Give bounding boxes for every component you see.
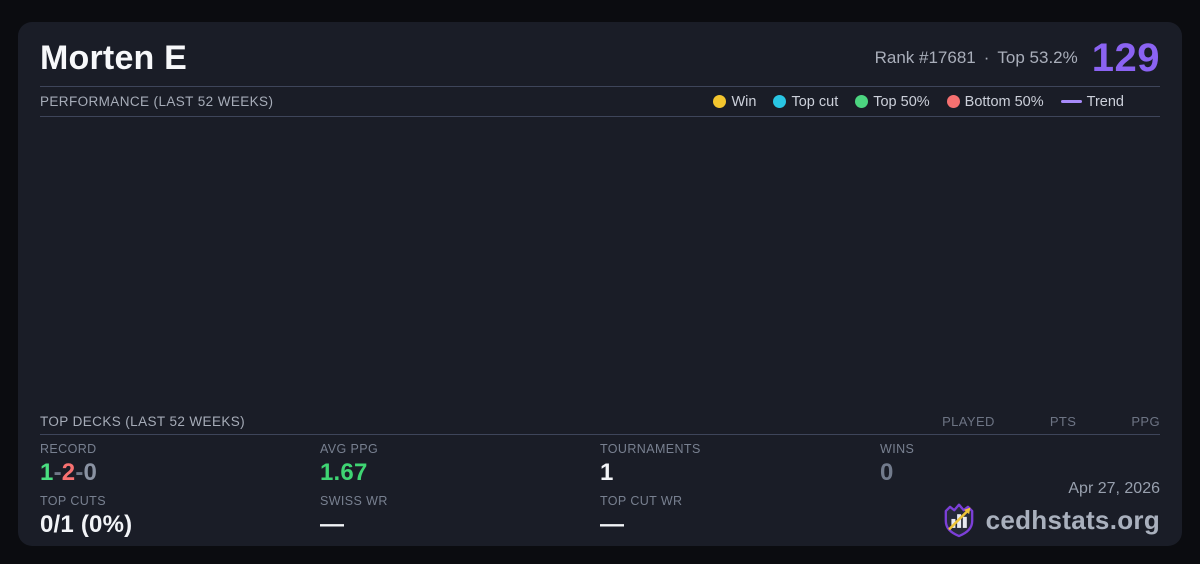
legend-label: Win: [731, 94, 756, 110]
top-cut-dot-icon: [773, 95, 786, 108]
cedhstats-logo-icon: [940, 501, 978, 539]
top-cuts-value: 0/1 (0%): [40, 511, 320, 539]
stat-tournaments: TOURNAMENTS 1: [600, 442, 880, 494]
stat-label: TOP CUTS: [40, 494, 320, 508]
card-footer: Apr 27, 2026 cedhstats.org: [940, 480, 1160, 539]
player-stats-card: Morten E Rank #17681 · Top 53.2% 129 PER…: [18, 22, 1182, 546]
legend-label: Top 50%: [873, 94, 929, 110]
rank-separator: ·: [984, 48, 990, 68]
legend-label: Trend: [1087, 94, 1124, 110]
brand-row[interactable]: cedhstats.org: [940, 501, 1160, 539]
record-separator: -: [54, 459, 62, 486]
record-value: 1-2-0: [40, 459, 320, 487]
performance-heading: PERFORMANCE (LAST 52 WEEKS): [40, 94, 273, 109]
bottom-50-dot-icon: [947, 95, 960, 108]
deck-column-headers: PLAYED PTS PPG: [942, 414, 1160, 429]
record-separator: -: [75, 459, 83, 486]
player-name: Morten E: [40, 39, 187, 78]
top-decks-heading: TOP DECKS (LAST 52 WEEKS): [40, 414, 245, 429]
stat-label: WINS: [880, 442, 1160, 456]
column-header-pts: PTS: [1050, 414, 1076, 429]
stats-area: RECORD 1-2-0 AVG PPG 1.67 TOURNAMENTS 1 …: [40, 435, 1160, 546]
record-wins: 1: [40, 459, 54, 486]
header-right: Rank #17681 · Top 53.2% 129: [875, 36, 1160, 81]
legend-item-bottom-50: Bottom 50%: [947, 94, 1044, 110]
record-draws: 0: [84, 459, 98, 486]
stat-label: TOURNAMENTS: [600, 442, 880, 456]
column-header-played: PLAYED: [942, 414, 995, 429]
chart-legend: Win Top cut Top 50% Bottom 50% Trend: [713, 94, 1124, 110]
win-dot-icon: [713, 95, 726, 108]
top-50-dot-icon: [855, 95, 868, 108]
top-cut-wr-value: —: [600, 511, 880, 539]
legend-item-trend: Trend: [1061, 94, 1124, 110]
stat-record: RECORD 1-2-0: [40, 442, 320, 494]
performance-header-row: PERFORMANCE (LAST 52 WEEKS) Win Top cut …: [40, 87, 1160, 117]
player-score: 129: [1092, 36, 1160, 81]
performance-chart-area: [40, 117, 1160, 408]
card-header: Morten E Rank #17681 · Top 53.2% 129: [40, 22, 1160, 87]
stat-avg-ppg: AVG PPG 1.67: [320, 442, 600, 494]
stat-label: RECORD: [40, 442, 320, 456]
legend-label: Top cut: [791, 94, 838, 110]
trend-line-icon: [1061, 100, 1082, 103]
legend-label: Bottom 50%: [965, 94, 1044, 110]
top-percent: Top 53.2%: [997, 48, 1077, 68]
column-header-ppg: PPG: [1131, 414, 1160, 429]
rank-text: Rank #17681 · Top 53.2%: [875, 48, 1078, 68]
stat-top-cuts: TOP CUTS 0/1 (0%): [40, 494, 320, 546]
record-losses: 2: [62, 459, 76, 486]
legend-item-top-cut: Top cut: [773, 94, 838, 110]
rank-number: Rank #17681: [875, 48, 976, 68]
report-date: Apr 27, 2026: [940, 480, 1160, 498]
legend-item-win: Win: [713, 94, 756, 110]
legend-item-top-50: Top 50%: [855, 94, 929, 110]
stat-label: SWISS WR: [320, 494, 600, 508]
brand-name[interactable]: cedhstats.org: [986, 505, 1160, 536]
tournaments-value: 1: [600, 459, 880, 487]
swiss-wr-value: —: [320, 511, 600, 539]
stat-label: TOP CUT WR: [600, 494, 880, 508]
stat-swiss-wr: SWISS WR —: [320, 494, 600, 546]
top-decks-header-row: TOP DECKS (LAST 52 WEEKS) PLAYED PTS PPG: [40, 408, 1160, 435]
stat-top-cut-wr: TOP CUT WR —: [600, 494, 880, 546]
avg-ppg-value: 1.67: [320, 459, 600, 487]
stat-label: AVG PPG: [320, 442, 600, 456]
